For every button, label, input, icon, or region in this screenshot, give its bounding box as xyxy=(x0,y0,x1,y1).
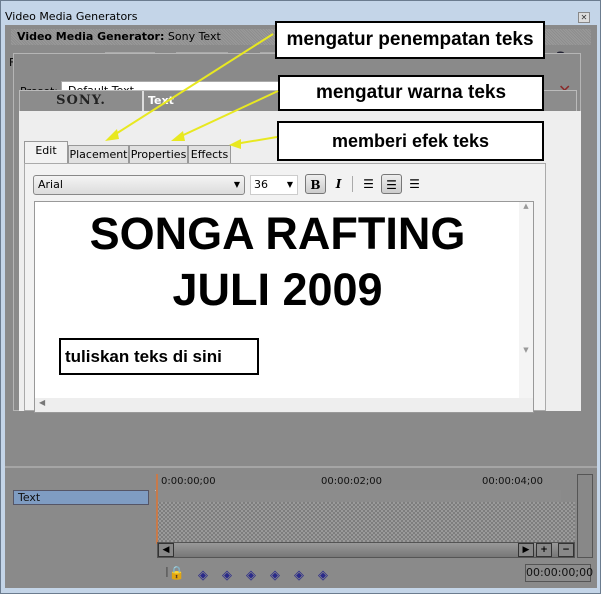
scroll-left-button[interactable]: ◀ xyxy=(158,543,174,557)
arrow-head-effects xyxy=(229,139,241,149)
track-label[interactable]: Text xyxy=(13,490,149,505)
next-keyframe-icon[interactable]: ◈ xyxy=(244,569,258,583)
prev-keyframe-icon[interactable]: ◈ xyxy=(220,569,234,583)
lock-icon[interactable]: I🔒 xyxy=(165,566,185,581)
timeline-vertical-scrollbar[interactable] xyxy=(577,474,593,558)
last-keyframe-icon[interactable]: ◈ xyxy=(268,569,282,583)
scroll-right-button[interactable]: ▶ xyxy=(518,543,534,557)
current-time-display: 00:00:00;00 xyxy=(525,564,593,582)
arrow-head-color xyxy=(171,131,185,141)
playhead[interactable] xyxy=(156,474,158,544)
arrow-placement xyxy=(110,33,274,138)
arrow-effects xyxy=(234,136,278,145)
ruler-tick-1: 00:00:02;00 xyxy=(321,476,383,487)
video-media-generators-window: Video Media Generators ✕ Video Media Gen… xyxy=(0,0,601,594)
arrow-color xyxy=(176,90,279,139)
zoom-in-button[interactable]: + xyxy=(536,543,552,557)
add-keyframe-icon[interactable]: ◈ xyxy=(292,569,306,583)
ruler-tick-0: 0:00:00;00 xyxy=(161,476,216,487)
arrow-head-placement xyxy=(105,129,119,141)
zoom-out-button[interactable]: − xyxy=(558,543,574,557)
ruler-tick-2: 00:00:04;00 xyxy=(482,476,544,487)
delete-keyframe-icon[interactable]: ◈ xyxy=(316,569,330,583)
timeline-horizontal-scrollbar[interactable]: ◀ ▶ + − xyxy=(157,542,575,558)
track-area[interactable] xyxy=(157,502,575,542)
first-keyframe-icon[interactable]: ◈ xyxy=(196,569,210,583)
timeline-panel: Text 0:00:00;00 00:00:02;00 00:00:04;00 … xyxy=(5,466,597,588)
keyframe-row[interactable] xyxy=(157,490,561,502)
